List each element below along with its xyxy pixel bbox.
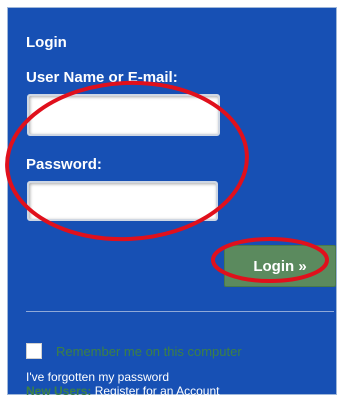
login-button[interactable]: Login » <box>224 245 336 287</box>
password-input[interactable] <box>27 181 218 221</box>
login-panel: Login User Name or E-mail: Password: Log… <box>7 7 337 397</box>
screenshot-frame: Login User Name or E-mail: Password: Log… <box>0 0 340 404</box>
password-label: Password: <box>26 156 102 173</box>
remember-me-checkbox[interactable] <box>26 343 42 359</box>
new-users-label: New Users: <box>26 384 92 398</box>
divider <box>26 311 334 312</box>
remember-me-label[interactable]: Remember me on this computer <box>56 344 242 359</box>
username-label: User Name or E-mail: <box>26 69 178 86</box>
register-link[interactable]: Register for an Account <box>95 384 220 398</box>
remember-me-row: Remember me on this computer <box>26 342 242 360</box>
register-row: New Users: Register for an Account <box>26 385 219 397</box>
login-title: Login <box>26 34 67 51</box>
forgot-password-link[interactable]: I've forgotten my password <box>26 371 169 383</box>
username-input[interactable] <box>27 94 220 136</box>
